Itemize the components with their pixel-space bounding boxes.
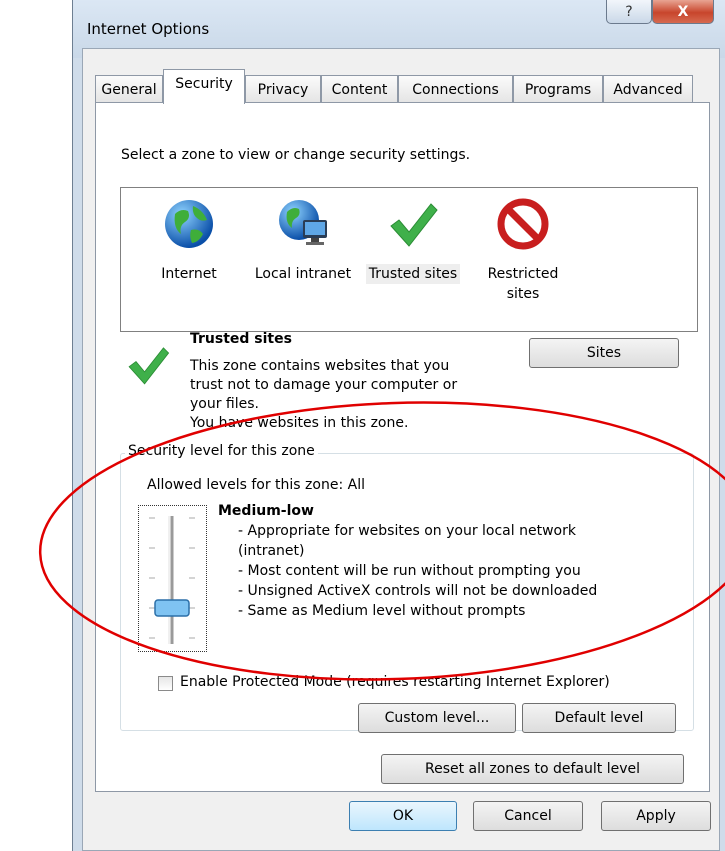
close-icon: X — [677, 3, 689, 20]
zone-internet[interactable]: Internet — [139, 196, 239, 326]
allowed-levels-text: Allowed levels for this zone: All — [147, 477, 365, 493]
zone-internet-label: Internet — [161, 266, 217, 282]
level-bullet: - Most content will be run without promp… — [238, 563, 581, 579]
zone-info-desc-line: your files. — [190, 396, 259, 412]
no-entry-icon — [497, 198, 549, 250]
zone-list: Internet Local intranet Trusted sites Re… — [120, 187, 698, 332]
zone-trusted-sites-label: Trusted sites — [363, 264, 463, 284]
zone-local-intranet-label: Local intranet — [254, 266, 352, 282]
zone-trusted-sites[interactable]: Trusted sites — [363, 196, 463, 326]
zone-restricted-sites-label: Restricted sites — [487, 266, 559, 302]
protected-mode-label: Enable Protected Mode (requires restarti… — [180, 674, 610, 690]
internet-options-dialog: Internet Options ? X General Security Pr… — [72, 0, 725, 851]
zone-info-title: Trusted sites — [190, 331, 292, 347]
trusted-sites-large-check-icon — [128, 347, 170, 385]
apply-button[interactable]: Apply — [601, 801, 711, 831]
level-bullet: - Unsigned ActiveX controls will not be … — [238, 583, 598, 599]
zone-select-prompt: Select a zone to view or change security… — [121, 147, 471, 163]
tab-connections[interactable]: Connections — [398, 75, 513, 103]
zone-local-intranet[interactable]: Local intranet — [243, 196, 363, 326]
background-strip — [0, 0, 72, 851]
slider-thumb — [154, 599, 190, 617]
tab-advanced[interactable]: Advanced — [603, 75, 693, 103]
level-bullet: - Same as Medium level without prompts — [238, 603, 526, 619]
tab-programs[interactable]: Programs — [513, 75, 603, 103]
zone-info-desc-line: This zone contains websites that you — [190, 358, 450, 374]
custom-level-button[interactable]: Custom level... — [358, 703, 516, 733]
window-title: Internet Options — [87, 20, 210, 38]
tab-content[interactable]: Content — [321, 75, 398, 103]
tab-privacy[interactable]: Privacy — [245, 75, 321, 103]
sites-button[interactable]: Sites — [529, 338, 679, 368]
reset-all-zones-button[interactable]: Reset all zones to default level — [381, 754, 684, 784]
security-level-name: Medium-low — [218, 503, 314, 519]
default-level-button[interactable]: Default level — [522, 703, 676, 733]
dialog-client-area: General Security Privacy Content Connect… — [82, 48, 720, 851]
zone-info-desc-line: trust not to damage your computer or — [190, 377, 458, 393]
tab-general[interactable]: General — [95, 75, 163, 103]
cancel-button[interactable]: Cancel — [473, 801, 583, 831]
protected-mode-checkbox[interactable] — [158, 676, 173, 691]
zone-info-desc-line: You have websites in this zone. — [190, 415, 409, 431]
help-icon: ? — [625, 3, 633, 20]
security-level-slider[interactable] — [138, 505, 207, 652]
green-check-icon — [390, 203, 438, 247]
level-bullet: - Appropriate for websites on your local… — [238, 523, 576, 539]
ok-button[interactable]: OK — [349, 801, 457, 831]
tab-security[interactable]: Security — [163, 69, 245, 104]
globe-icon — [165, 200, 213, 248]
zone-restricted-sites[interactable]: Restricted sites — [473, 196, 573, 326]
security-level-group-label: Security level for this zone — [125, 443, 318, 459]
slider-track — [149, 516, 195, 644]
level-bullet: (intranet) — [238, 543, 305, 559]
help-button[interactable]: ? — [606, 0, 652, 24]
security-tab-panel: Select a zone to view or change security… — [95, 102, 710, 792]
local-intranet-icon — [279, 200, 327, 245]
close-button[interactable]: X — [652, 0, 714, 24]
